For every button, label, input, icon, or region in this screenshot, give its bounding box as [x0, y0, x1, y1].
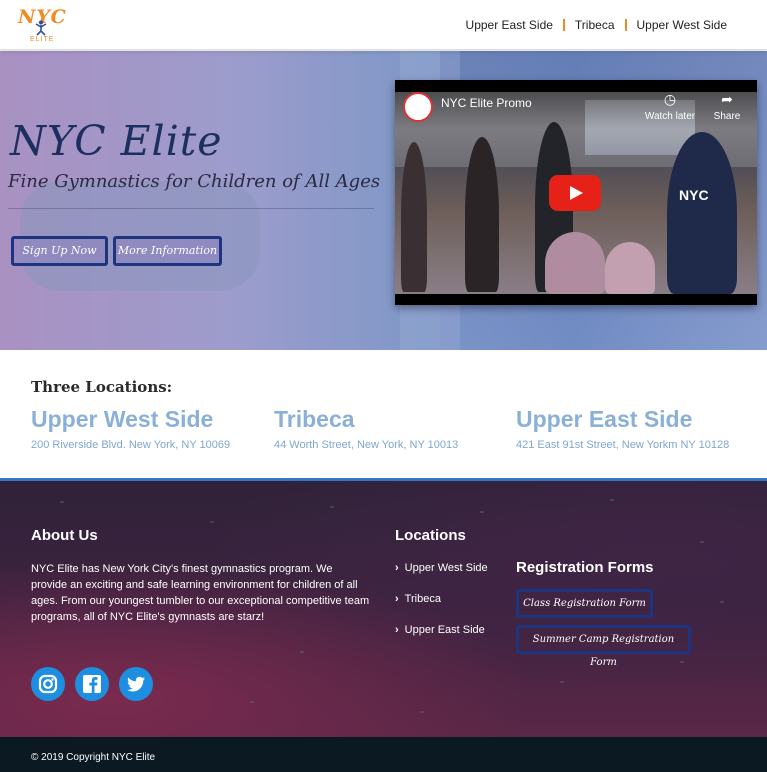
location-address: 200 Riverside Blvd. New York, NY 10069: [31, 439, 231, 451]
footer-locations-heading: Locations: [395, 527, 466, 544]
about-us-heading: About Us: [31, 527, 98, 544]
thumbnail-person: [667, 132, 737, 294]
shirt-logo-text: NYC: [679, 187, 709, 203]
footer-section: About Us NYC Elite has New York City's f…: [0, 478, 767, 737]
footer-location-link[interactable]: › Upper West Side: [395, 561, 500, 576]
footer-location-link[interactable]: › Upper East Side: [395, 623, 500, 638]
more-information-button[interactable]: More Information: [113, 236, 222, 266]
thumbnail-person: [401, 142, 427, 292]
location-address: 44 Worth Street, New York, NY 10013: [274, 439, 459, 451]
share-arrow-icon: ➦: [721, 91, 733, 107]
hero-section: NYC Elite Fine Gymnastics for Children o…: [0, 51, 767, 350]
nav-divider: [624, 19, 627, 31]
registration-forms-heading: Registration Forms: [516, 559, 654, 576]
top-navbar: NYC ELITE Upper East Side Tribeca Upper …: [0, 0, 767, 50]
location-upper-east-side: Upper East Side 421 East 91st Street, Ne…: [516, 406, 729, 451]
video-title[interactable]: NYC Elite Promo: [441, 96, 532, 110]
clock-icon: ◷: [663, 91, 677, 107]
nav-links: Upper East Side Tribeca Upper West Side: [466, 18, 727, 32]
copyright-bar: © 2019 Copyright NYC Elite: [0, 737, 767, 772]
footer-location-link[interactable]: › Tribeca: [395, 592, 500, 607]
watch-later-label: Watch later: [644, 111, 696, 122]
hero-title: NYC Elite: [10, 117, 223, 165]
nav-link-upper-west-side[interactable]: Upper West Side: [637, 18, 728, 32]
locations-section: Three Locations: Upper West Side 200 Riv…: [0, 350, 767, 478]
facebook-icon[interactable]: [75, 667, 109, 701]
thumbnail-person: [465, 137, 499, 292]
about-us-text: NYC Elite has New York City's finest gym…: [31, 563, 370, 623]
promo-video-embed[interactable]: NYC NYC Elite Promo ◷ Watch later ➦ Shar…: [395, 80, 757, 305]
watch-later-button[interactable]: ◷ Watch later: [643, 90, 697, 122]
location-upper-west-side: Upper West Side 200 Riverside Blvd. New …: [31, 406, 230, 451]
gymnast-figure-icon: [35, 20, 47, 36]
location-tribeca: Tribeca 44 Worth Street, New York, NY 10…: [274, 406, 458, 451]
chevron-right-icon: ›: [395, 593, 399, 605]
hero-subtitle: Fine Gymnastics for Children of All Ages: [8, 171, 381, 192]
nav-link-tribeca[interactable]: Tribeca: [575, 18, 615, 32]
share-label: Share: [713, 111, 741, 122]
location-name[interactable]: Upper West Side: [31, 406, 230, 433]
location-address: 421 East 91st Street, New Yorkm NY 10128: [516, 439, 730, 451]
channel-avatar[interactable]: [403, 92, 433, 122]
hero-divider: [8, 208, 374, 209]
logo-subtext: ELITE: [30, 36, 55, 43]
chevron-right-icon: ›: [395, 562, 399, 574]
location-name[interactable]: Tribeca: [274, 406, 458, 433]
twitter-icon[interactable]: [119, 667, 153, 701]
share-button[interactable]: ➦ Share: [707, 90, 747, 122]
location-name[interactable]: Upper East Side: [516, 406, 729, 433]
instagram-icon[interactable]: [31, 667, 65, 701]
sign-up-button[interactable]: Sign Up Now: [11, 236, 108, 266]
play-button-icon[interactable]: [549, 175, 601, 211]
nav-link-upper-east-side[interactable]: Upper East Side: [466, 18, 553, 32]
copyright-text: © 2019 Copyright NYC Elite: [31, 752, 156, 763]
chevron-right-icon: ›: [395, 624, 399, 636]
class-registration-button[interactable]: Class Registration Form: [516, 589, 653, 618]
footer-locations-list: › Upper West Side › Tribeca › Upper East Si…: [395, 561, 500, 654]
nav-divider: [562, 19, 565, 31]
thumbnail-child: [545, 232, 605, 294]
thumbnail-child: [605, 242, 655, 294]
nyc-elite-logo[interactable]: NYC ELITE: [18, 6, 66, 46]
summer-camp-registration-button[interactable]: Summer Camp Registration Form: [516, 625, 691, 668]
locations-heading: Three Locations:: [31, 378, 173, 396]
